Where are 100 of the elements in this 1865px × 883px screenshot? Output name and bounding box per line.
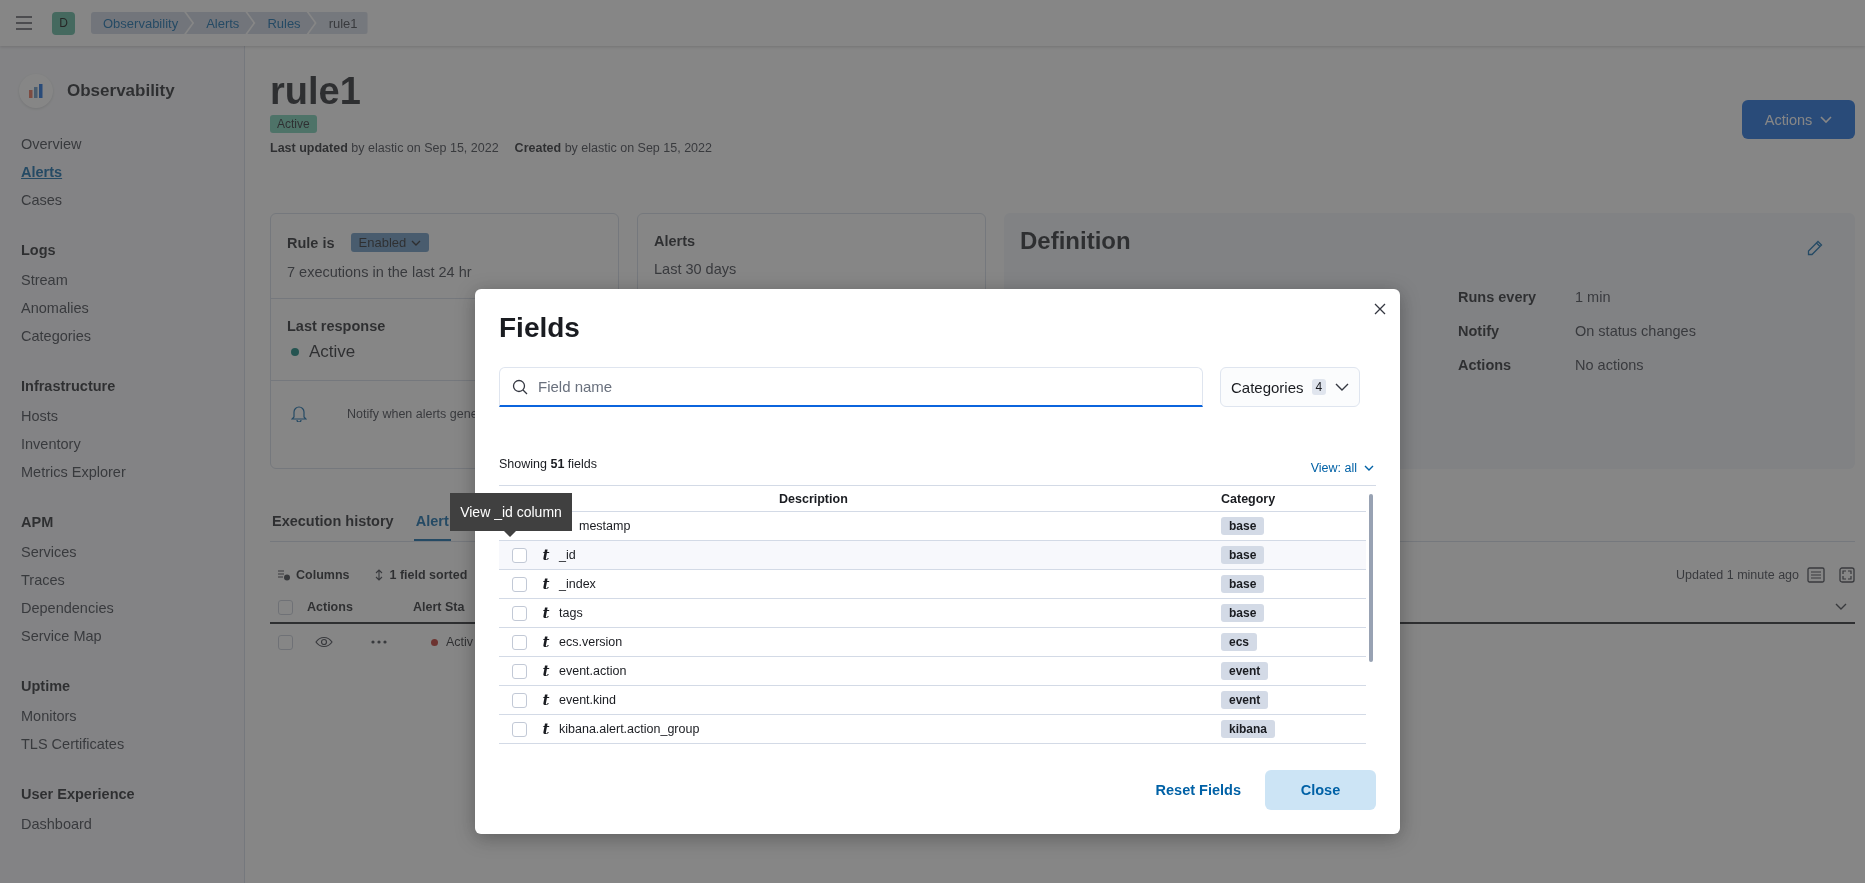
nav-link[interactable]: Service Map xyxy=(21,622,102,650)
chevron-down-icon xyxy=(1335,383,1349,391)
column-header: Actions xyxy=(307,600,354,614)
column-header: Description xyxy=(779,491,848,506)
category-tag: base xyxy=(1221,546,1265,564)
category-tag: event xyxy=(1221,662,1269,680)
card-label: Last response xyxy=(287,318,386,334)
type-label: t xyxy=(541,720,551,738)
page-title: rule1 xyxy=(270,69,361,114)
checkbox[interactable] xyxy=(511,634,527,650)
category-tag: base xyxy=(1221,604,1265,622)
menu-icon[interactable] xyxy=(16,16,32,30)
definition-label: Actions xyxy=(1458,357,1512,373)
field-name: mestamp xyxy=(579,519,631,533)
category-tag: event xyxy=(1221,691,1269,709)
close-icon xyxy=(1374,303,1386,315)
eye-icon[interactable] xyxy=(315,636,333,648)
chevron-down-icon xyxy=(1364,465,1374,471)
view-dropdown[interactable]: View: all xyxy=(1310,461,1374,475)
category-tag: base xyxy=(1221,517,1265,535)
field-name: _index xyxy=(559,577,596,591)
search-field[interactable]: Field name xyxy=(538,371,1190,402)
response-value: Active xyxy=(309,342,356,362)
chevron-down-icon[interactable] xyxy=(1835,603,1847,611)
count-badge: 4 xyxy=(1311,379,1327,395)
definition-value: On status changes xyxy=(1575,323,1696,339)
categories-dropdown[interactable]: Categories 4 xyxy=(1220,367,1360,407)
table-cell: Activ xyxy=(446,635,474,649)
more-icon[interactable] xyxy=(371,640,387,644)
nav-link[interactable]: Categories xyxy=(21,322,92,350)
type-label: t xyxy=(541,604,551,622)
search-icon xyxy=(512,378,528,395)
nav-link[interactable]: Traces xyxy=(21,566,65,594)
dialog-title: Fields xyxy=(499,311,580,345)
nav-link[interactable]: Metrics Explorer xyxy=(21,458,126,486)
nav-link[interactable]: Dependencies xyxy=(21,594,114,622)
columns-button[interactable]: Columns xyxy=(278,568,350,582)
field-name: ecs.version xyxy=(559,635,623,649)
pencil-icon[interactable] xyxy=(1807,240,1823,256)
table-density-icon[interactable] xyxy=(1807,567,1825,583)
category-tag: base xyxy=(1221,575,1265,593)
app-title: Observability xyxy=(67,81,175,101)
meta-text: Created by elastic on Sep 15, 2022 xyxy=(514,141,712,155)
column-header: Alert Sta xyxy=(413,600,465,614)
chevron-down-icon xyxy=(1820,115,1833,124)
meta-text: Last updated by elastic on Sep 15, 2022 xyxy=(270,141,499,155)
status-dot xyxy=(291,348,299,356)
breadcrumb[interactable]: Observability xyxy=(91,12,193,34)
nav-link[interactable]: Services xyxy=(21,538,77,566)
type-label: t xyxy=(541,691,551,709)
breadcrumb[interactable]: rule1 xyxy=(308,12,368,34)
reset-button[interactable]: Reset Fields xyxy=(1155,782,1241,798)
nav-link[interactable]: Inventory xyxy=(21,430,81,458)
definition-value: No actions xyxy=(1575,357,1645,373)
bar-chart-icon xyxy=(29,84,43,98)
actions-button[interactable]: Actions xyxy=(1742,100,1855,139)
nav-link[interactable]: Overview xyxy=(21,130,82,158)
nav-link[interactable]: Hosts xyxy=(21,402,59,430)
nav-link[interactable]: Stream xyxy=(21,266,68,294)
type-label: t xyxy=(541,546,551,564)
nav-link[interactable]: Anomalies xyxy=(21,294,89,322)
nav-heading: Uptime xyxy=(21,677,72,696)
updated-text: Updated 1 minute ago xyxy=(1676,568,1799,582)
fullscreen-icon[interactable] xyxy=(1839,567,1855,583)
nav-heading: User Experience xyxy=(21,785,136,804)
card-label: Rule is xyxy=(287,234,335,251)
status-dropdown[interactable]: Enabled xyxy=(350,233,430,252)
search-field[interactable]: Field name xyxy=(499,367,1203,407)
field-name: kibana.alert.action_group xyxy=(559,722,700,736)
sort-button[interactable]: 1 field sorted xyxy=(375,568,468,582)
type-label: t xyxy=(541,662,551,680)
nav-link[interactable]: Dashboard xyxy=(21,810,92,838)
result-count: Showing 51 fields xyxy=(499,457,597,471)
tooltip: View _id column xyxy=(450,493,572,537)
close-button[interactable] xyxy=(1372,301,1388,317)
panel-title: Definition xyxy=(1020,227,1131,255)
chevron-down-icon xyxy=(411,239,422,246)
status-badge: Active xyxy=(270,115,317,133)
nav-link[interactable]: Cases xyxy=(21,186,63,214)
user-avatar[interactable]: D xyxy=(52,11,75,35)
checkbox[interactable] xyxy=(511,576,527,592)
sort-icon xyxy=(375,569,384,581)
checkbox[interactable] xyxy=(511,663,527,679)
breadcrumb[interactable]: Rules xyxy=(247,12,315,34)
category-tag: kibana xyxy=(1221,720,1275,738)
close-button[interactable]: Close xyxy=(1265,770,1376,810)
checkbox[interactable] xyxy=(511,547,527,563)
tab[interactable]: Execution history xyxy=(270,513,396,541)
nav-link[interactable]: TLS Certificates xyxy=(21,730,125,758)
checkbox[interactable] xyxy=(511,692,527,708)
nav-heading: APM xyxy=(21,513,55,532)
definition-label: Runs every xyxy=(1458,289,1537,305)
nav-link[interactable]: Alerts xyxy=(21,158,63,186)
checkbox[interactable] xyxy=(511,605,527,621)
nav-heading: Infrastructure xyxy=(21,377,117,396)
nav-link[interactable]: Monitors xyxy=(21,702,77,730)
field-name: event.kind xyxy=(559,693,616,707)
nav-heading: Logs xyxy=(21,241,57,260)
status-dot xyxy=(431,638,438,646)
checkbox[interactable] xyxy=(511,721,527,737)
